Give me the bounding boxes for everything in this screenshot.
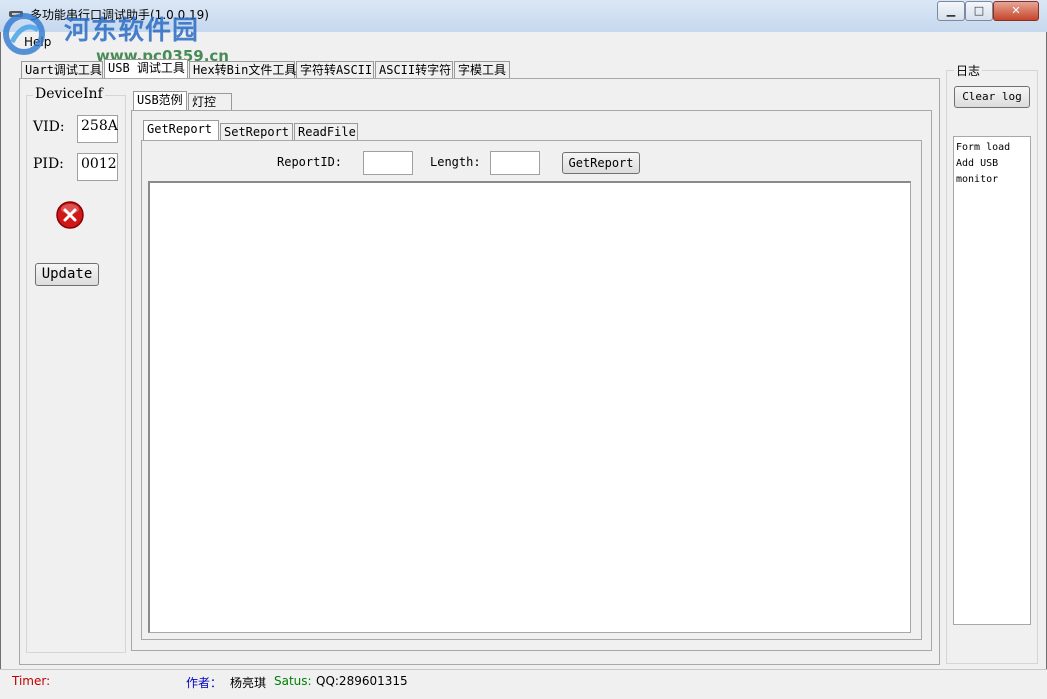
status-label: Satus: [274, 674, 312, 688]
log-line: Add USB [956, 158, 999, 169]
update-button[interactable]: Update [35, 263, 99, 286]
get-report-button[interactable]: GetReport [562, 152, 640, 174]
pid-field[interactable]: 0012 [77, 153, 118, 181]
tab-usb-sample[interactable]: USB范例 [133, 91, 187, 111]
watermark-name: 河东软件园 [64, 16, 200, 46]
tab-usb[interactable]: USB 调试工具 [104, 59, 188, 79]
minimize-button[interactable]: ▁ [937, 1, 965, 21]
tab-light-control[interactable]: 灯控 [188, 93, 232, 111]
tab-set-report[interactable]: SetReport [220, 123, 293, 141]
length-input[interactable] [490, 151, 540, 175]
maximize-button[interactable]: □ [965, 1, 993, 21]
tab-read-file[interactable]: ReadFile [294, 123, 358, 141]
device-info-title: DeviceInf [33, 86, 105, 102]
log-line: monitor [956, 174, 999, 185]
length-label: Length: [430, 155, 481, 169]
error-icon [56, 201, 84, 229]
tab-char2ascii[interactable]: 字符转ASCII [296, 61, 374, 79]
log-line: Form load [956, 142, 1011, 153]
timer-label: Timer: [12, 674, 51, 688]
vid-field[interactable]: 258A [77, 115, 118, 143]
author-name: 杨亮琪 [230, 676, 267, 690]
tab-hex2bin[interactable]: Hex转Bin文件工具 [189, 61, 296, 79]
watermark-logo [3, 13, 45, 55]
log-list[interactable]: Form load Add USB monitor [953, 136, 1031, 625]
pid-label: PID: [33, 156, 64, 172]
tab-uart[interactable]: Uart调试工具 [21, 61, 103, 79]
tab-font-tool[interactable]: 字模工具 [454, 61, 510, 79]
author-label: 作者： [186, 676, 223, 690]
status-bar [0, 669, 1047, 699]
clear-log-button[interactable]: Clear log [954, 86, 1030, 108]
qq-text: QQ:289601315 [316, 674, 408, 688]
report-id-label: ReportID: [277, 155, 343, 169]
vid-label: VID: [33, 119, 65, 135]
log-title: 日志 [954, 62, 983, 79]
close-button[interactable]: ✕ [993, 1, 1039, 21]
tab-get-report[interactable]: GetReport [143, 120, 219, 140]
tab-ascii2char[interactable]: ASCII转字符 [375, 61, 453, 79]
report-output-area[interactable] [148, 181, 911, 633]
report-id-input[interactable] [363, 151, 413, 175]
